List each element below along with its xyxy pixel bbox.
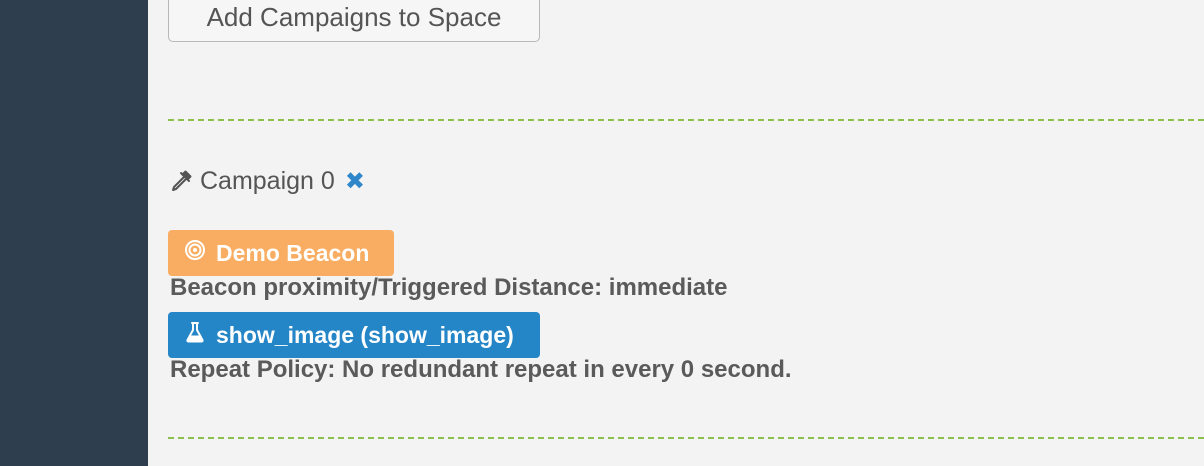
target-icon <box>184 239 206 267</box>
campaign-header: Campaign 0 ✖ <box>168 164 365 198</box>
section-divider <box>168 119 1204 121</box>
sidebar <box>0 0 148 466</box>
main-content: Add Campaigns to Space Campaign 0 ✖ Demo… <box>148 0 1204 466</box>
add-campaigns-button-label: Add Campaigns to Space <box>206 1 502 32</box>
beacon-proximity-text: Beacon proximity/Triggered Distance: imm… <box>170 274 728 301</box>
repeat-policy-text: Repeat Policy: No redundant repeat in ev… <box>170 356 792 383</box>
eyedropper-icon <box>168 168 194 194</box>
close-icon[interactable]: ✖ <box>345 167 365 196</box>
beacon-badge: Demo Beacon <box>168 230 394 276</box>
action-badge: show_image (show_image) <box>168 312 540 358</box>
beacon-badge-label: Demo Beacon <box>216 239 370 266</box>
add-campaigns-button[interactable]: Add Campaigns to Space <box>168 0 540 42</box>
section-divider <box>168 437 1204 439</box>
flask-icon <box>184 321 206 349</box>
action-badge-label: show_image (show_image) <box>216 321 514 348</box>
campaign-title: Campaign 0 <box>200 166 335 195</box>
